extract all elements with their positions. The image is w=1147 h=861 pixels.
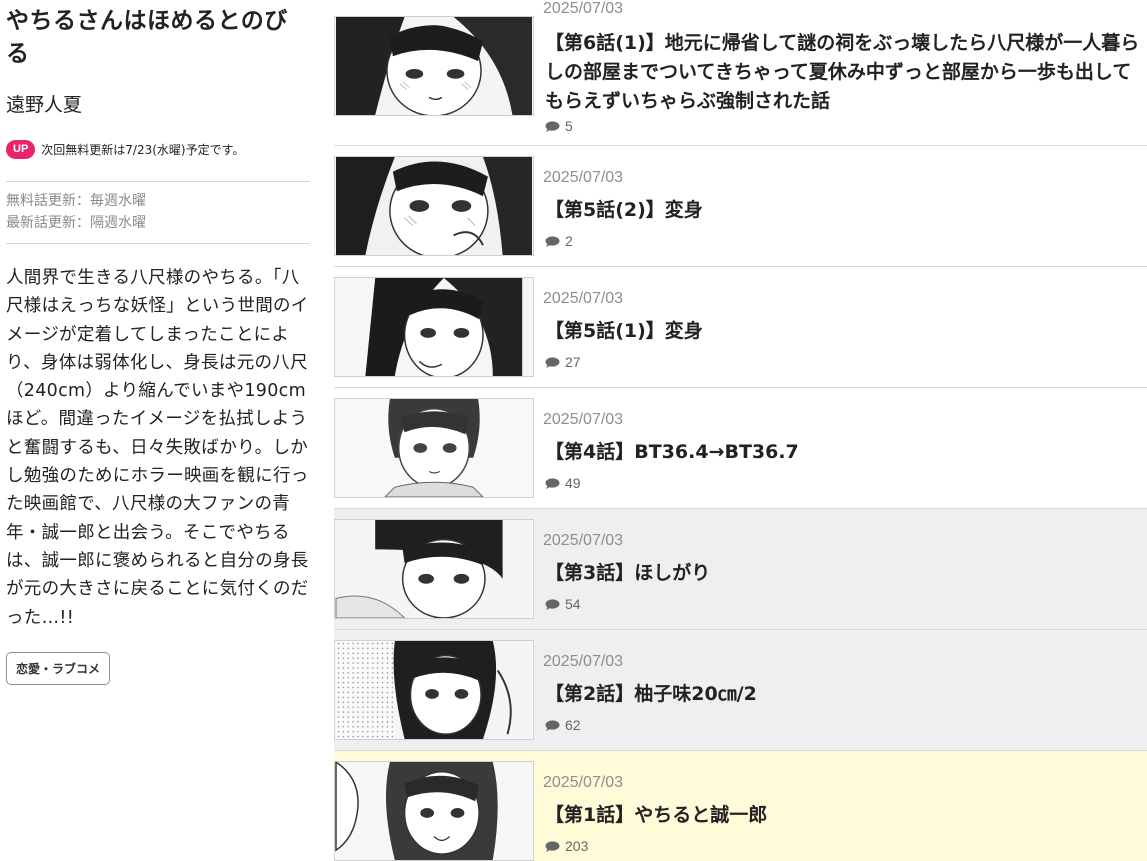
speech-bubble-icon [545, 120, 560, 132]
speech-bubble-icon [545, 356, 560, 368]
speech-bubble-icon [545, 235, 560, 247]
episode-title[interactable]: 【第1話】やちると誠一郎 [545, 801, 1145, 830]
episode-row[interactable]: 2025/07/03 【第6話(1)】地元に帰省して謎の祠をぶっ壊したら八尺様が… [334, 0, 1147, 146]
comment-count: 54 [545, 596, 581, 612]
speech-bubble-icon [545, 719, 560, 731]
comment-count-value: 27 [565, 354, 581, 370]
up-badge: UP [6, 140, 36, 159]
speech-bubble-icon [545, 840, 560, 852]
episode-date: 2025/07/03 [543, 0, 624, 17]
author-name[interactable]: 遠野人夏 [6, 92, 310, 118]
episode-date: 2025/07/03 [543, 532, 624, 549]
series-title: やちるさんはほめるとのびる [6, 8, 288, 67]
comment-count: 62 [545, 717, 581, 733]
episode-row[interactable]: 2025/07/03 【第2話】柚子味20㎝/2 62 [334, 630, 1147, 751]
episode-date: 2025/07/03 [543, 653, 624, 670]
speech-bubble-icon [545, 477, 560, 489]
comment-count: 27 [545, 354, 581, 370]
episode-title[interactable]: 【第3話】ほしがり [545, 559, 1145, 588]
comment-count: 203 [545, 838, 588, 854]
next-update-text: 次回無料更新は7/23(水曜)予定です。 [41, 143, 245, 157]
comment-count: 2 [545, 233, 573, 249]
episode-row[interactable]: 2025/07/03 【第1話】やちると誠一郎 203 [334, 751, 1147, 861]
episode-title[interactable]: 【第4話】BT36.4→BT36.7 [545, 438, 1145, 467]
episode-row[interactable]: 2025/07/03 【第5話(2)】変身 2 [334, 146, 1147, 267]
speech-bubble-icon [545, 598, 560, 610]
series-description: 人間界で生きる八尺様のやちる。「八尺様はえっちな妖怪」という世間のイメージが定着… [6, 268, 309, 628]
manga-thumbnail-icon[interactable] [334, 16, 534, 116]
manga-thumbnail-icon[interactable] [334, 640, 534, 740]
series-info-panel: やちるさんはほめるとのびる 遠野人夏 UP 次回無料更新は7/23(水曜)予定で… [6, 0, 310, 685]
episode-title[interactable]: 【第5話(2)】変身 [545, 196, 1145, 225]
episode-date: 2025/07/03 [543, 774, 624, 791]
episode-row[interactable]: 2025/07/03 【第4話】BT36.4→BT36.7 49 [334, 388, 1147, 509]
comment-count: 49 [545, 475, 581, 491]
manga-thumbnail-icon[interactable] [334, 761, 534, 861]
episode-title[interactable]: 【第5話(1)】変身 [545, 317, 1145, 346]
genre-tag[interactable]: 恋愛・ラブコメ [6, 651, 111, 685]
episode-date: 2025/07/03 [543, 169, 624, 186]
schedule-latest: 最新話更新：隔週水曜 [6, 215, 146, 231]
next-update-notice: UP 次回無料更新は7/23(水曜)予定です。 [6, 140, 310, 159]
manga-thumbnail-icon[interactable] [334, 277, 534, 377]
manga-thumbnail-icon[interactable] [334, 398, 534, 498]
episode-row[interactable]: 2025/07/03 【第3話】ほしがり 54 [334, 509, 1147, 630]
comment-count-value: 62 [565, 717, 581, 733]
manga-thumbnail-icon[interactable] [334, 156, 534, 256]
comment-count: 5 [545, 118, 573, 134]
episode-date: 2025/07/03 [543, 411, 624, 428]
comment-count-value: 2 [565, 233, 573, 249]
schedule-free: 無料話更新：毎週水曜 [6, 193, 146, 209]
episode-title[interactable]: 【第2話】柚子味20㎝/2 [545, 680, 1145, 709]
episode-date: 2025/07/03 [543, 290, 624, 307]
divider [6, 243, 310, 244]
comment-count-value: 54 [565, 596, 581, 612]
comment-count-value: 49 [565, 475, 581, 491]
comment-count-value: 5 [565, 118, 573, 134]
episode-title[interactable]: 【第6話(1)】地元に帰省して謎の祠をぶっ壊したら八尺様が一人暮らしの部屋までつ… [545, 29, 1145, 116]
episode-row[interactable]: 2025/07/03 【第5話(1)】変身 27 [334, 267, 1147, 388]
update-schedule: 無料話更新：毎週水曜 最新話更新：隔週水曜 [6, 182, 310, 243]
manga-thumbnail-icon[interactable] [334, 519, 534, 619]
comment-count-value: 203 [565, 838, 589, 854]
